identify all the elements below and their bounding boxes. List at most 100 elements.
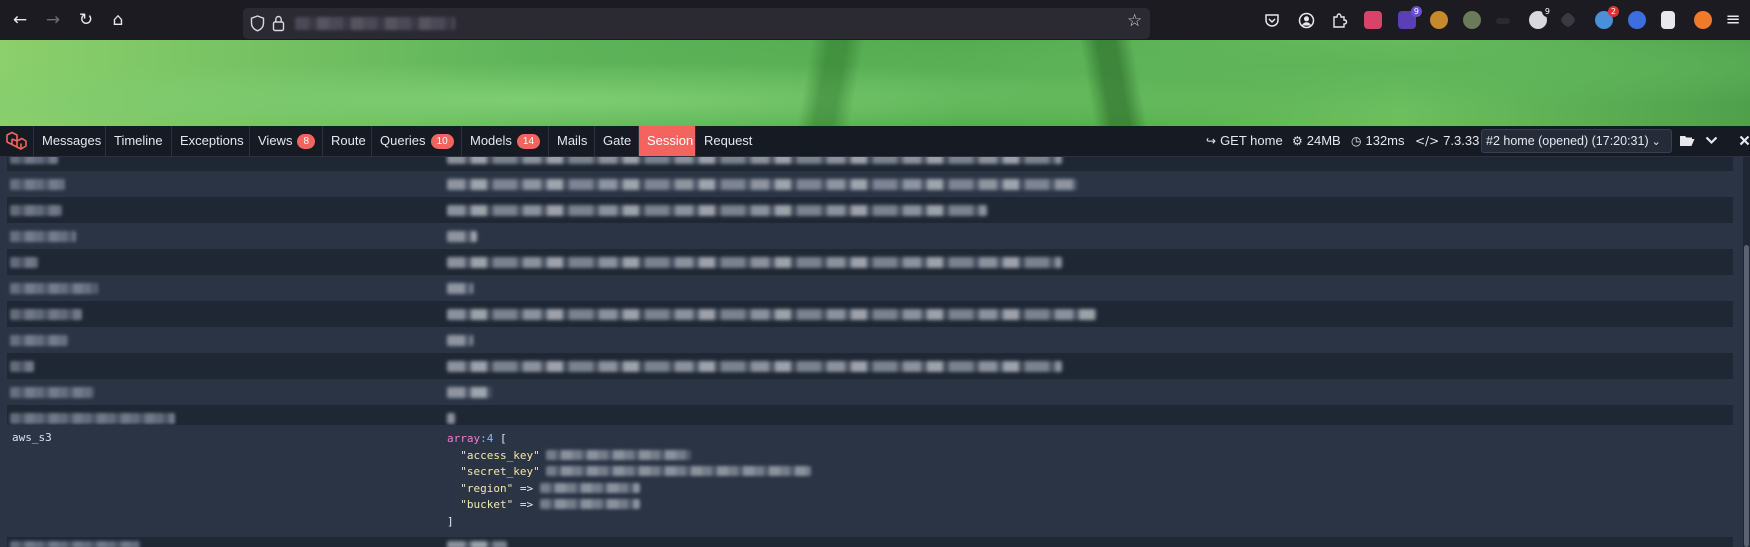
session-key — [10, 231, 76, 242]
tab-models[interactable]: Models 14 — [461, 126, 547, 156]
session-key — [10, 157, 58, 164]
tab-label: Session — [647, 133, 694, 148]
session-row — [7, 157, 1733, 171]
session-value — [447, 231, 477, 242]
session-value — [447, 205, 987, 216]
session-row — [7, 301, 1733, 327]
session-row — [7, 197, 1733, 223]
folder-open-icon[interactable] — [1679, 134, 1695, 147]
session-key — [10, 413, 175, 424]
session-key — [10, 361, 34, 372]
extension-icon-3[interactable] — [1430, 11, 1448, 29]
dump-close-bracket: ] — [447, 514, 454, 528]
session-value — [447, 179, 1077, 190]
tab-queries[interactable]: Queries 10 — [371, 126, 460, 156]
extension-icon-9[interactable] — [1628, 11, 1646, 29]
tab-session[interactable]: Session — [638, 126, 695, 156]
dump-key: "region" — [460, 481, 514, 495]
tab-timeline[interactable]: Timeline — [105, 126, 176, 156]
tab-label: Queries — [380, 133, 426, 148]
tab-gate[interactable]: Gate — [594, 126, 638, 156]
dump-value — [539, 499, 640, 509]
close-icon[interactable] — [1739, 135, 1750, 146]
session-value — [447, 257, 1062, 268]
dump-count: 4 — [486, 432, 494, 445]
dump-arrow: => — [519, 481, 534, 495]
tab-label: Route — [331, 133, 366, 148]
memory-indicator[interactable]: ⚙ 24MB — [1292, 126, 1341, 156]
tab-label: Gate — [603, 133, 632, 148]
back-icon[interactable]: ← — [9, 9, 31, 31]
session-key — [10, 205, 62, 216]
pocket-icon[interactable] — [1264, 13, 1280, 28]
session-value — [447, 309, 1097, 320]
session-key — [10, 179, 65, 190]
session-key — [10, 335, 68, 346]
share-icon: ↪ — [1206, 134, 1217, 148]
tab-label: Request — [704, 133, 753, 148]
session-value — [447, 157, 1062, 164]
reload-icon[interactable]: ↻ — [75, 9, 97, 31]
account-icon[interactable] — [1298, 12, 1315, 29]
session-row — [7, 249, 1733, 275]
session-key — [10, 257, 38, 268]
session-key — [10, 309, 82, 320]
tab-label: Models — [470, 133, 512, 148]
extension-icon-5[interactable] — [1496, 18, 1510, 24]
session-key — [10, 283, 98, 294]
extension-icon-11[interactable] — [1694, 11, 1712, 29]
home-icon[interactable]: ⌂ — [107, 9, 129, 31]
minimize-chevron-icon[interactable] — [1705, 136, 1718, 145]
bookmark-star-icon[interactable]: ☆ — [1127, 11, 1142, 31]
dump-open-bracket: [ — [500, 432, 507, 445]
dump-arrow: => — [519, 498, 534, 511]
dump-key: "access_key" — [460, 448, 540, 462]
tab-label: Timeline — [114, 133, 163, 148]
memory-label: 24MB — [1306, 133, 1341, 148]
views-count-badge: 8 — [297, 134, 316, 149]
debugbar-header: Messages Timeline Exceptions Views 8 Rout… — [0, 126, 1750, 157]
session-value — [447, 413, 455, 424]
clock-icon: ◷ — [1351, 134, 1362, 148]
tab-exceptions[interactable]: Exceptions — [171, 126, 253, 156]
extension-icon-8[interactable]: 2 — [1595, 6, 1619, 29]
dump-type: array — [447, 432, 481, 445]
route-indicator[interactable]: ↪ GET home — [1206, 126, 1283, 156]
extension-icon-1[interactable] — [1364, 11, 1382, 29]
panel-scrollbar-thumb[interactable] — [1744, 245, 1749, 547]
tab-views[interactable]: Views 8 — [249, 126, 321, 156]
session-row — [7, 537, 1733, 547]
extension-icon-7[interactable] — [1559, 11, 1577, 29]
session-row — [7, 379, 1733, 405]
tab-mails[interactable]: Mails — [548, 126, 593, 156]
chevron-down-icon: ⌄ — [1651, 135, 1661, 148]
extension-icon-10[interactable] — [1661, 11, 1675, 29]
laravel-logo[interactable] — [5, 131, 27, 151]
extension-icon-6[interactable]: 9 — [1529, 6, 1553, 29]
dataset-select[interactable]: #2 home (opened) (17:20:31) ⌄ — [1481, 129, 1672, 153]
extension-icon-2[interactable]: 9 — [1398, 6, 1422, 29]
dump-key: "secret_key" — [460, 465, 540, 478]
session-panel: aws_s3 array:4 [ "access_key" "secret_ke… — [0, 157, 1735, 547]
session-value — [447, 541, 507, 547]
array-dump[interactable]: array:4 [ "access_key" "secret_key" "reg… — [447, 431, 812, 530]
session-value — [447, 335, 473, 346]
extension-icon-4[interactable] — [1463, 11, 1481, 29]
php-version-indicator[interactable]: </> 7.3.33 — [1415, 126, 1479, 156]
php-version-label: 7.3.33 — [1443, 133, 1480, 148]
session-row — [7, 327, 1733, 353]
tab-messages[interactable]: Messages — [33, 126, 105, 156]
dump-value — [539, 482, 640, 493]
menu-icon[interactable]: ≡ — [1722, 9, 1744, 31]
session-value — [447, 387, 492, 398]
duration-indicator[interactable]: ◷ 132ms — [1351, 126, 1405, 156]
tab-request[interactable]: Request — [695, 126, 760, 156]
code-icon: </> — [1415, 134, 1440, 148]
dump-key: "bucket" — [460, 498, 514, 511]
forward-icon[interactable]: → — [42, 9, 64, 31]
dump-value — [546, 449, 692, 460]
url-bar[interactable]: ☆ — [243, 8, 1150, 39]
tab-route[interactable]: Route — [322, 126, 372, 156]
extensions-puzzle-icon[interactable] — [1331, 12, 1348, 29]
shield-icon — [250, 15, 265, 32]
